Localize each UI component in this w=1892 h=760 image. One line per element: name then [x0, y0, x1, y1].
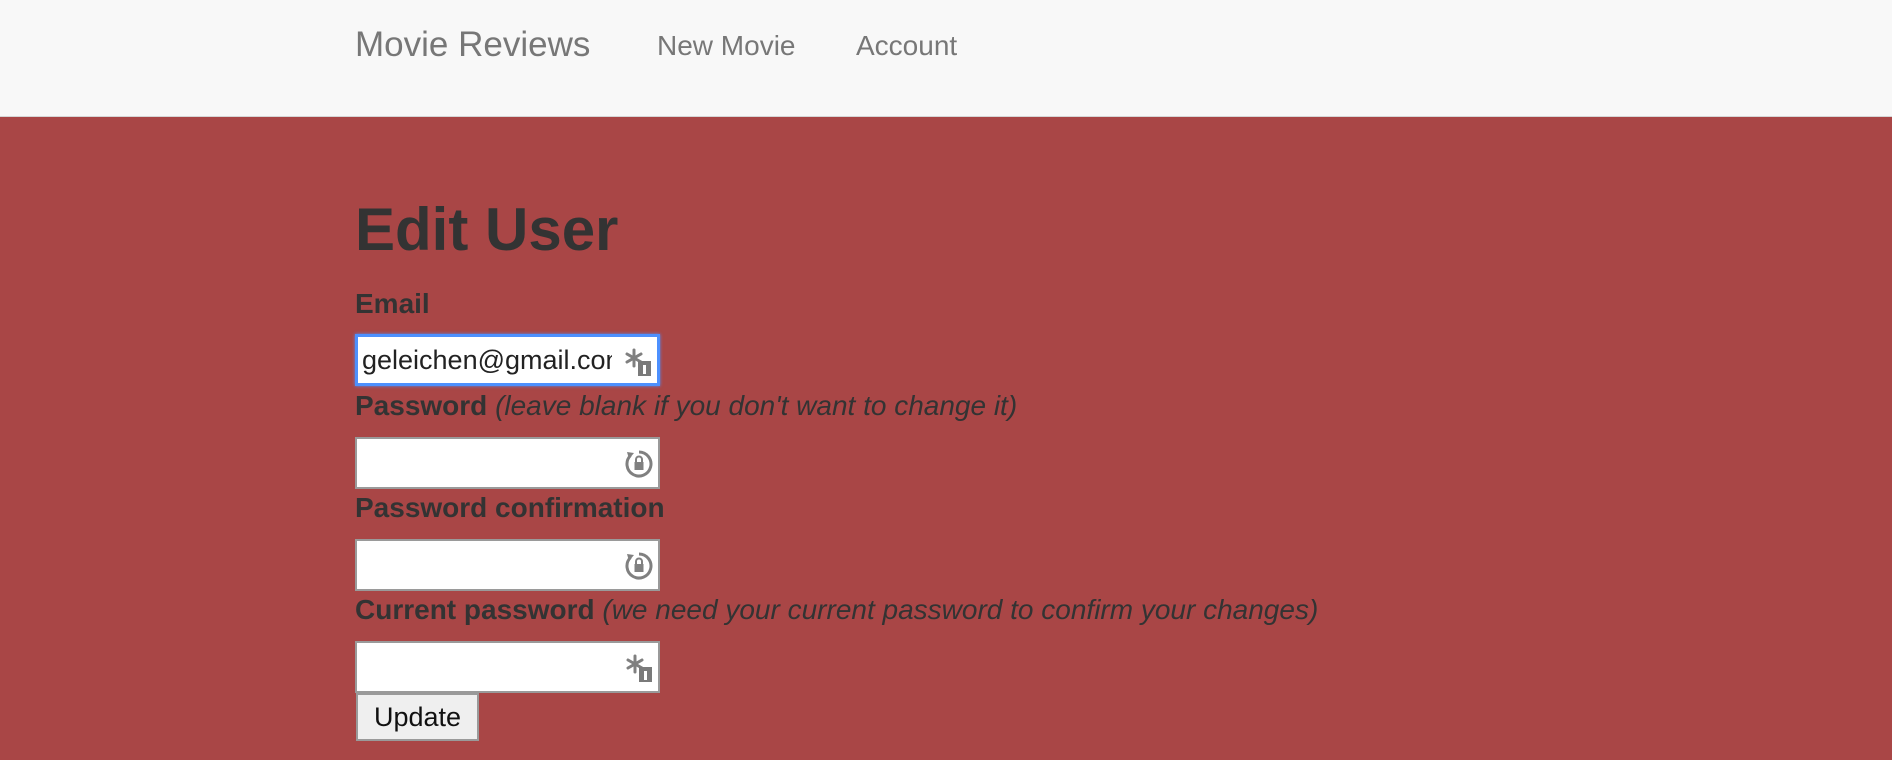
password-manager-key-icon[interactable]	[623, 347, 653, 377]
password-label: Password (leave blank if you don't want …	[355, 390, 1017, 422]
nav-account-link[interactable]: Account	[856, 30, 957, 62]
top-navbar: Movie Reviews New Movie Account	[0, 0, 1892, 117]
password-label-text: Password	[355, 390, 488, 421]
password-field[interactable]	[361, 439, 611, 487]
password-confirmation-label-text: Password confirmation	[355, 492, 665, 523]
update-button[interactable]: Update	[356, 693, 479, 741]
password-manager-key-icon[interactable]	[624, 653, 654, 683]
email-label-text: Email	[355, 288, 430, 319]
password-confirmation-field[interactable]	[361, 541, 611, 589]
nav-new-movie-link[interactable]: New Movie	[657, 30, 795, 62]
password-confirmation-field-wrapper	[355, 539, 660, 591]
current-password-field-wrapper	[355, 641, 660, 693]
password-field-wrapper	[355, 437, 660, 489]
brand-link[interactable]: Movie Reviews	[355, 25, 590, 65]
email-label: Email	[355, 288, 430, 320]
page-title: Edit User	[355, 196, 619, 263]
current-password-hint: (we need your current password to confir…	[602, 594, 1319, 625]
current-password-label-text: Current password	[355, 594, 595, 625]
password-generator-icon[interactable]	[624, 449, 654, 479]
current-password-field[interactable]	[361, 643, 611, 691]
email-field-wrapper	[355, 334, 660, 386]
password-hint: (leave blank if you don't want to change…	[495, 390, 1018, 421]
password-generator-icon[interactable]	[624, 551, 654, 581]
current-password-label: Current password (we need your current p…	[355, 594, 1318, 626]
email-field[interactable]	[362, 337, 612, 383]
password-confirmation-label: Password confirmation	[355, 492, 665, 524]
